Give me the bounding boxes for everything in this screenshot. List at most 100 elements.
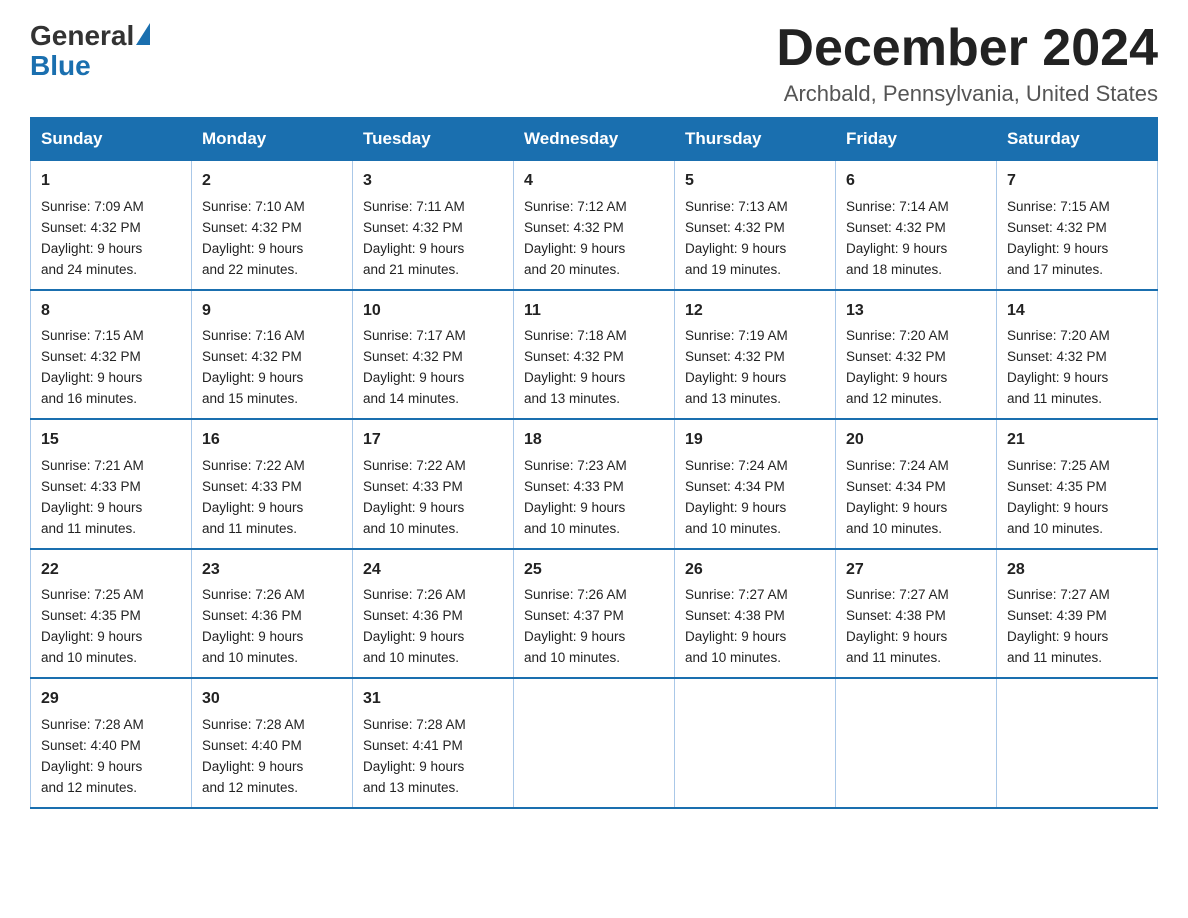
calendar-week-row: 8Sunrise: 7:15 AMSunset: 4:32 PMDaylight… (31, 290, 1158, 419)
daylight-text-line2: and 24 minutes. (41, 262, 137, 277)
day-number: 9 (202, 299, 342, 324)
sunset-text: Sunset: 4:32 PM (846, 220, 946, 235)
day-number: 6 (846, 169, 986, 194)
sunrise-text: Sunrise: 7:27 AM (1007, 587, 1110, 602)
calendar-cell: 23Sunrise: 7:26 AMSunset: 4:36 PMDayligh… (192, 549, 353, 678)
daylight-text-line2: and 10 minutes. (363, 521, 459, 536)
calendar-cell: 21Sunrise: 7:25 AMSunset: 4:35 PMDayligh… (997, 419, 1158, 548)
daylight-text-line1: Daylight: 9 hours (363, 241, 464, 256)
daylight-text-line2: and 16 minutes. (41, 391, 137, 406)
daylight-text-line1: Daylight: 9 hours (363, 370, 464, 385)
daylight-text-line1: Daylight: 9 hours (685, 629, 786, 644)
daylight-text-line1: Daylight: 9 hours (202, 500, 303, 515)
calendar-cell: 11Sunrise: 7:18 AMSunset: 4:32 PMDayligh… (514, 290, 675, 419)
sunset-text: Sunset: 4:32 PM (524, 220, 624, 235)
sunset-text: Sunset: 4:32 PM (685, 220, 785, 235)
sunset-text: Sunset: 4:32 PM (363, 349, 463, 364)
calendar-cell: 29Sunrise: 7:28 AMSunset: 4:40 PMDayligh… (31, 678, 192, 807)
sunset-text: Sunset: 4:35 PM (1007, 479, 1107, 494)
day-number: 2 (202, 169, 342, 194)
daylight-text-line2: and 10 minutes. (202, 650, 298, 665)
daylight-text-line2: and 19 minutes. (685, 262, 781, 277)
daylight-text-line1: Daylight: 9 hours (1007, 500, 1108, 515)
sunrise-text: Sunrise: 7:23 AM (524, 458, 627, 473)
logo: General Blue (30, 20, 150, 80)
daylight-text-line2: and 10 minutes. (524, 650, 620, 665)
daylight-text-line2: and 20 minutes. (524, 262, 620, 277)
daylight-text-line2: and 12 minutes. (41, 780, 137, 795)
calendar-cell: 12Sunrise: 7:19 AMSunset: 4:32 PMDayligh… (675, 290, 836, 419)
daylight-text-line1: Daylight: 9 hours (41, 500, 142, 515)
sunrise-text: Sunrise: 7:28 AM (363, 717, 466, 732)
daylight-text-line2: and 11 minutes. (1007, 391, 1102, 406)
sunset-text: Sunset: 4:32 PM (41, 220, 141, 235)
daylight-text-line1: Daylight: 9 hours (1007, 370, 1108, 385)
sunrise-text: Sunrise: 7:27 AM (685, 587, 788, 602)
calendar-cell: 13Sunrise: 7:20 AMSunset: 4:32 PMDayligh… (836, 290, 997, 419)
sunrise-text: Sunrise: 7:25 AM (41, 587, 144, 602)
daylight-text-line2: and 17 minutes. (1007, 262, 1103, 277)
sunset-text: Sunset: 4:37 PM (524, 608, 624, 623)
calendar-table: Sunday Monday Tuesday Wednesday Thursday… (30, 117, 1158, 808)
daylight-text-line1: Daylight: 9 hours (846, 500, 947, 515)
logo-triangle-icon (136, 23, 150, 45)
day-number: 25 (524, 558, 664, 583)
calendar-cell: 26 Sunrise: 7:27 AM Sunset: 4:38 PM Dayligh… (675, 549, 836, 678)
sunrise-text: Sunrise: 7:19 AM (685, 328, 788, 343)
sunrise-text: Sunrise: 7:24 AM (846, 458, 949, 473)
sunset-text: Sunset: 4:38 PM (685, 608, 785, 623)
daylight-text-line1: Daylight: 9 hours (685, 370, 786, 385)
day-number: 28 (1007, 558, 1147, 583)
calendar-cell: 5Sunrise: 7:13 AMSunset: 4:32 PMDaylight… (675, 160, 836, 289)
daylight-text-line1: Daylight: 9 hours (1007, 241, 1108, 256)
sunrise-text: Sunrise: 7:20 AM (846, 328, 949, 343)
calendar-week-row: 1Sunrise: 7:09 AMSunset: 4:32 PMDaylight… (31, 160, 1158, 289)
header-monday: Monday (192, 118, 353, 160)
sunset-text: Sunset: 4:35 PM (41, 608, 141, 623)
calendar-cell (675, 678, 836, 807)
sunrise-text: Sunrise: 7:13 AM (685, 199, 788, 214)
daylight-text-line1: Daylight: 9 hours (685, 241, 786, 256)
page-header: General Blue December 2024 Archbald, Pen… (30, 20, 1158, 107)
daylight-text-line2: and 11 minutes. (846, 650, 941, 665)
sunrise-text: Sunrise: 7:26 AM (363, 587, 466, 602)
day-number: 21 (1007, 428, 1147, 453)
daylight-text-line2: and 13 minutes. (524, 391, 620, 406)
calendar-cell: 2Sunrise: 7:10 AMSunset: 4:32 PMDaylight… (192, 160, 353, 289)
sunset-text: Sunset: 4:32 PM (363, 220, 463, 235)
daylight-text-line1: Daylight: 9 hours (41, 629, 142, 644)
daylight-text-line1: Daylight: 9 hours (363, 759, 464, 774)
calendar-cell: 19Sunrise: 7:24 AMSunset: 4:34 PMDayligh… (675, 419, 836, 548)
daylight-text-line1: Daylight: 9 hours (1007, 629, 1108, 644)
sunrise-text: Sunrise: 7:12 AM (524, 199, 627, 214)
sunset-text: Sunset: 4:36 PM (202, 608, 302, 623)
daylight-text-line1: Daylight: 9 hours (41, 241, 142, 256)
daylight-text-line2: and 10 minutes. (41, 650, 137, 665)
calendar-cell: 3Sunrise: 7:11 AMSunset: 4:32 PMDaylight… (353, 160, 514, 289)
sunrise-text: Sunrise: 7:20 AM (1007, 328, 1110, 343)
sunset-text: Sunset: 4:34 PM (685, 479, 785, 494)
sunset-text: Sunset: 4:32 PM (41, 349, 141, 364)
header-friday: Friday (836, 118, 997, 160)
calendar-week-row: 15Sunrise: 7:21 AMSunset: 4:33 PMDayligh… (31, 419, 1158, 548)
sunrise-text: Sunrise: 7:09 AM (41, 199, 144, 214)
sunset-text: Sunset: 4:40 PM (41, 738, 141, 753)
day-number: 27 (846, 558, 986, 583)
day-number: 26 (685, 558, 825, 583)
daylight-text-line2: and 15 minutes. (202, 391, 298, 406)
sunrise-text: Sunrise: 7:21 AM (41, 458, 144, 473)
daylight-text-line1: Daylight: 9 hours (524, 500, 625, 515)
sunrise-text: Sunrise: 7:18 AM (524, 328, 627, 343)
day-number: 22 (41, 558, 181, 583)
sunrise-text: Sunrise: 7:15 AM (1007, 199, 1110, 214)
day-number: 13 (846, 299, 986, 324)
sunset-text: Sunset: 4:41 PM (363, 738, 463, 753)
sunrise-text: Sunrise: 7:22 AM (202, 458, 305, 473)
daylight-text-line2: and 18 minutes. (846, 262, 942, 277)
calendar-cell: 6Sunrise: 7:14 AMSunset: 4:32 PMDaylight… (836, 160, 997, 289)
day-number: 10 (363, 299, 503, 324)
sunset-text: Sunset: 4:32 PM (202, 220, 302, 235)
calendar-cell: 20Sunrise: 7:24 AMSunset: 4:34 PMDayligh… (836, 419, 997, 548)
daylight-text-line1: Daylight: 9 hours (202, 370, 303, 385)
calendar-cell: 4Sunrise: 7:12 AMSunset: 4:32 PMDaylight… (514, 160, 675, 289)
